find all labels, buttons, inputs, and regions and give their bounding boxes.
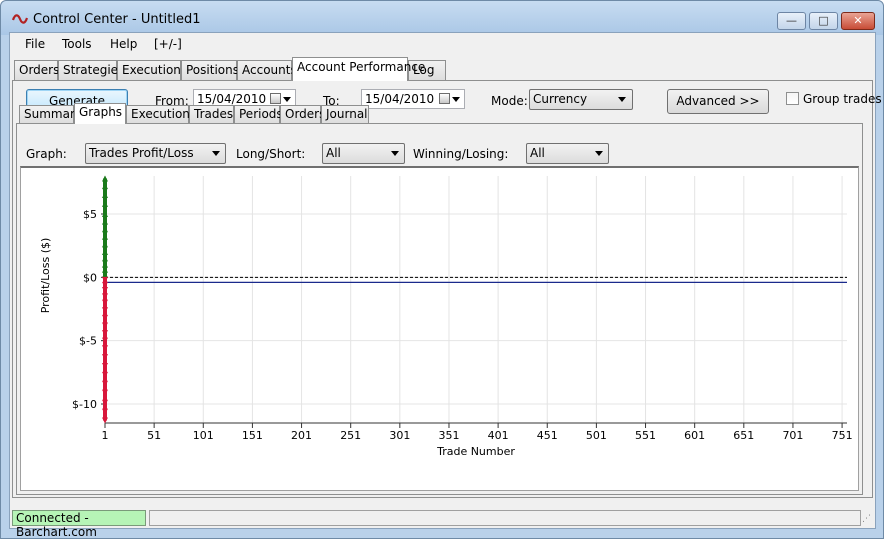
status-bar: Connected - Barchart.com ⋰ [10,508,875,539]
subtab-executions[interactable]: Executions [126,105,196,124]
chevron-down-icon [618,97,626,102]
graphs-panel: Graph: Trades Profit/Loss Long/Short: Al… [16,123,863,495]
chevron-down-icon [212,151,220,156]
x-tick-label: 51 [147,429,161,442]
losing-trade-point [102,299,108,306]
resize-grip-icon[interactable]: ⋰ [862,514,872,524]
losing-trade-point [102,314,108,321]
window-title: Control Center - Untitled1 [33,12,201,27]
winlose-value: All [530,146,545,160]
y-tick-label: $-10 [72,398,97,411]
x-tick-label: 451 [537,429,558,442]
x-tick-label: 301 [389,429,410,442]
graph-label: Graph: [26,147,67,161]
close-button[interactable]: ✕ [841,12,875,30]
graph-value: Trades Profit/Loss [89,146,194,160]
losing-trade-point [102,345,108,352]
x-tick-label: 151 [242,429,263,442]
longshort-label: Long/Short: [236,147,306,161]
profit-loss-chart: 1 51 101 151 201 251 301 351 401 451 501 551 601 651 7… [39,175,853,458]
tab-positions[interactable]: Positions [181,60,239,81]
tab-accounts[interactable]: Accounts [237,60,297,81]
losing-trade-point [102,330,108,337]
losing-trade-point [102,399,108,406]
tab-strategies[interactable]: Strategies [58,60,124,81]
tab-executions[interactable]: Executions [117,60,187,81]
tab-account-performance[interactable]: Account Performance [292,57,425,81]
subtab-trades[interactable]: Trades [189,105,234,124]
tab-orders[interactable]: Orders [14,60,59,81]
losing-trade-point [102,293,108,300]
performance-subtabs: Summary Graphs Executions Trades Periods… [16,103,856,124]
x-tick-label: 201 [291,429,312,442]
longshort-value: All [326,146,341,160]
winlose-label: Winning/Losing: [413,147,509,161]
y-tick-label: $5 [83,208,97,221]
x-tick-label: 101 [193,429,214,442]
losing-trade-point [102,307,108,314]
menu-toggle[interactable]: [+/-] [154,37,182,51]
losing-trade-point [102,408,108,415]
subtab-periods[interactable]: Periods [234,105,283,124]
status-message-area [149,510,861,526]
x-tick-label: 401 [488,429,509,442]
losing-trade-point [102,322,108,329]
x-tick-label: 1 [102,429,109,442]
longshort-select[interactable]: All [322,143,405,164]
title-bar[interactable]: Control Center - Untitled1 — □ ✕ [1,1,883,35]
x-tick-label: 751 [832,429,853,442]
chart-area: 1 51 101 151 201 251 301 351 401 451 501 551 601 651 7… [20,166,859,491]
y-tick-label: $0 [83,271,97,284]
x-tick-label: 551 [635,429,656,442]
chevron-down-icon [595,151,603,156]
app-logo-icon [12,14,28,24]
subtab-journal[interactable]: Journal [321,105,369,124]
subtab-graphs[interactable]: Graphs [74,103,126,124]
maximize-button[interactable]: □ [809,12,838,30]
subtab-orders[interactable]: Orders [280,105,325,124]
chevron-down-icon[interactable] [452,97,460,102]
losing-trade-point [102,371,108,378]
y-axis-label: Profit/Loss ($) [39,238,52,314]
x-tick-label: 701 [782,429,803,442]
losing-trade-point [102,287,108,293]
client-area: File Tools Help [+/-] Orders Strategies … [9,32,882,539]
losing-trade-point [102,380,108,387]
y-tick-label: $-5 [79,335,97,348]
x-tick-label: 501 [586,429,607,442]
menu-file[interactable]: File [25,37,45,51]
chevron-down-icon[interactable] [283,97,291,102]
connection-status: Connected - Barchart.com [12,510,146,539]
winlose-select[interactable]: All [526,143,609,164]
main-tabs: Orders Strategies Executions Positions A… [14,57,874,81]
menu-help[interactable]: Help [110,37,137,51]
losing-trade-point [102,389,108,396]
x-tick-label: 351 [438,429,459,442]
subtab-summary[interactable]: Summary [19,105,82,124]
control-center-window: Control Center - Untitled1 — □ ✕ File To… [0,0,884,539]
menu-bar: File Tools Help [+/-] [10,33,875,55]
losing-trade-point [102,354,108,361]
chevron-down-icon [391,151,399,156]
minimize-button[interactable]: — [777,12,806,30]
graph-select[interactable]: Trades Profit/Loss [85,143,226,164]
losing-trade-point [102,363,108,369]
x-tick-label: 251 [340,429,361,442]
x-tick-label: 601 [684,429,705,442]
winning-trade-cluster [103,178,107,278]
x-tick-label: 651 [733,429,754,442]
x-axis-label: Trade Number [436,445,515,458]
menu-tools[interactable]: Tools [62,37,92,51]
